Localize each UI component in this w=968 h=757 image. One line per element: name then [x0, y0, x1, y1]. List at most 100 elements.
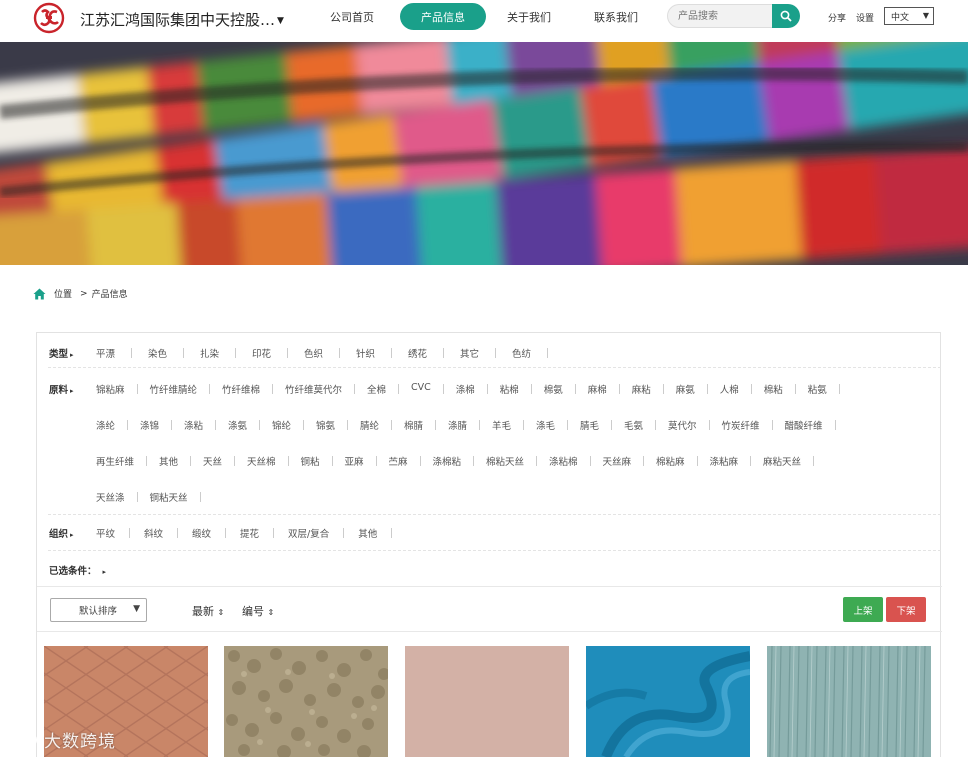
filter-option[interactable]: 斜纹 — [144, 526, 163, 540]
filter-option[interactable]: 锦粘麻 — [96, 382, 125, 396]
filter-separator — [190, 456, 191, 466]
filter-separator — [750, 456, 751, 466]
filter-option[interactable]: 竹纤维棉 — [222, 382, 260, 396]
filter-option[interactable]: 涤毛 — [536, 418, 555, 432]
filter-label-material: 原料 ▸ — [49, 385, 74, 396]
sort-select[interactable]: 默认排序 ▼ — [50, 598, 147, 622]
settings-link[interactable]: 设置 — [856, 11, 874, 24]
filter-option[interactable]: 棉腈 — [404, 418, 423, 432]
filter-option[interactable]: 其他 — [358, 526, 377, 540]
filter-option[interactable]: 腈纶 — [360, 418, 379, 432]
filter-option[interactable]: 棉氨 — [544, 382, 563, 396]
filter-option[interactable]: 涤棉 — [456, 382, 475, 396]
filter-option[interactable]: 其他 — [159, 454, 178, 468]
filter-option[interactable]: 醋酸纤维 — [785, 418, 823, 432]
filter-option[interactable]: 涤粘棉 — [549, 454, 578, 468]
filter-option[interactable]: 绣花 — [408, 346, 427, 360]
filter-option[interactable]: 麻粘 — [632, 382, 651, 396]
breadcrumb-home[interactable]: 位置 — [54, 287, 72, 300]
filter-option[interactable]: 铜粘 — [301, 454, 320, 468]
filter-option[interactable]: 竹纤维莫代尔 — [285, 382, 342, 396]
search-icon — [780, 10, 792, 22]
list-up-button[interactable]: 上架 — [843, 597, 883, 622]
filter-option[interactable]: 莫代尔 — [668, 418, 697, 432]
filter-option[interactable]: 粘氨 — [808, 382, 827, 396]
filter-separator — [391, 528, 393, 538]
share-link[interactable]: 分享 — [828, 11, 846, 24]
filter-option[interactable]: 天丝麻 — [603, 454, 632, 468]
filter-option[interactable]: CVC — [411, 382, 431, 393]
company-logo[interactable] — [33, 2, 65, 34]
product-thumbnail[interactable] — [586, 646, 750, 757]
filter-option[interactable]: 涤棉粘 — [433, 454, 462, 468]
nav-about[interactable]: 关于我们 — [507, 9, 551, 25]
product-thumbnail[interactable] — [224, 646, 388, 757]
filter-separator — [391, 420, 392, 430]
filter-option[interactable]: 棉粘麻 — [656, 454, 685, 468]
sort-newest[interactable]: 最新 ⇕ — [192, 603, 224, 619]
filter-option[interactable]: 棉粘天丝 — [486, 454, 524, 468]
top-header: 江苏汇鸿国际集团中天控股…▼ 公司首页 产品信息 关于我们 联系我们 分享 设置… — [0, 0, 968, 42]
filter-option[interactable]: 涤氨 — [228, 418, 247, 432]
filter-option[interactable]: 麻氨 — [676, 382, 695, 396]
filter-option[interactable]: 提花 — [240, 526, 259, 540]
filter-option[interactable]: 苎麻 — [389, 454, 408, 468]
filter-option[interactable]: 天丝 — [203, 454, 222, 468]
filter-option[interactable]: 涤锦 — [140, 418, 159, 432]
sort-code[interactable]: 编号 ⇕ — [242, 603, 274, 619]
filter-separator — [834, 420, 836, 430]
filter-option[interactable]: 针织 — [356, 346, 375, 360]
filter-option[interactable]: 天丝棉 — [247, 454, 276, 468]
filter-option[interactable]: 全棉 — [367, 382, 386, 396]
product-thumbnail[interactable] — [405, 646, 569, 757]
filter-option[interactable]: 缎纹 — [192, 526, 211, 540]
product-image — [224, 646, 388, 757]
filter-option[interactable]: 涤粘麻 — [710, 454, 739, 468]
filter-option[interactable]: 毛氨 — [624, 418, 643, 432]
divider — [48, 514, 941, 515]
filter-option[interactable]: 麻棉 — [588, 382, 607, 396]
filter-option[interactable]: 亚麻 — [345, 454, 364, 468]
filter-option[interactable]: 竹炭纤维 — [722, 418, 760, 432]
product-image — [405, 646, 569, 757]
filter-option[interactable]: 人棉 — [720, 382, 739, 396]
filter-separator — [136, 492, 138, 502]
filter-option[interactable]: 麻粘天丝 — [763, 454, 801, 468]
language-select[interactable]: 中文 ▼ — [884, 7, 934, 25]
filter-option[interactable]: 平纹 — [96, 526, 115, 540]
filter-option[interactable]: 染色 — [148, 346, 167, 360]
filter-option[interactable]: 棉粘 — [764, 382, 783, 396]
filter-option[interactable]: 铜粘天丝 — [150, 490, 188, 504]
list-down-button[interactable]: 下架 — [886, 597, 926, 622]
filter-option[interactable]: 涤腈 — [448, 418, 467, 432]
nav-home[interactable]: 公司首页 — [330, 9, 374, 25]
filter-option[interactable]: 双层/复合 — [288, 526, 329, 540]
filter-option[interactable]: 天丝涤 — [96, 490, 125, 504]
search-button[interactable] — [772, 4, 800, 28]
filter-option[interactable]: 印花 — [252, 346, 271, 360]
home-icon[interactable] — [33, 288, 46, 300]
filter-option[interactable]: 锦纶 — [272, 418, 291, 432]
nav-products[interactable]: 产品信息 — [400, 3, 486, 30]
filter-option[interactable]: 粘棉 — [500, 382, 519, 396]
filter-separator — [131, 348, 132, 358]
product-thumbnail[interactable] — [767, 646, 931, 757]
filter-option[interactable]: 其它 — [460, 346, 479, 360]
filter-option[interactable]: 涤粘 — [184, 418, 203, 432]
filter-option[interactable]: 色纺 — [512, 346, 531, 360]
filter-option[interactable]: 扎染 — [200, 346, 219, 360]
filter-separator — [375, 456, 377, 466]
company-name[interactable]: 江苏汇鸿国际集团中天控股… ▼ — [80, 9, 284, 30]
filter-option[interactable]: 锦氨 — [316, 418, 335, 432]
search-input[interactable] — [667, 4, 773, 28]
filter-option[interactable]: 竹纤维腈纶 — [150, 382, 198, 396]
filter-option[interactable]: 平漂 — [96, 346, 115, 360]
filter-option[interactable]: 羊毛 — [492, 418, 511, 432]
filter-option[interactable]: 再生纤维 — [96, 454, 134, 468]
sort-arrows-icon: ⇕ — [217, 608, 225, 617]
filter-option[interactable]: 腈毛 — [580, 418, 599, 432]
caret-down-icon: ▼ — [277, 15, 284, 26]
filter-option[interactable]: 涤纶 — [96, 418, 115, 432]
nav-contact[interactable]: 联系我们 — [594, 9, 638, 25]
filter-option[interactable]: 色织 — [304, 346, 323, 360]
